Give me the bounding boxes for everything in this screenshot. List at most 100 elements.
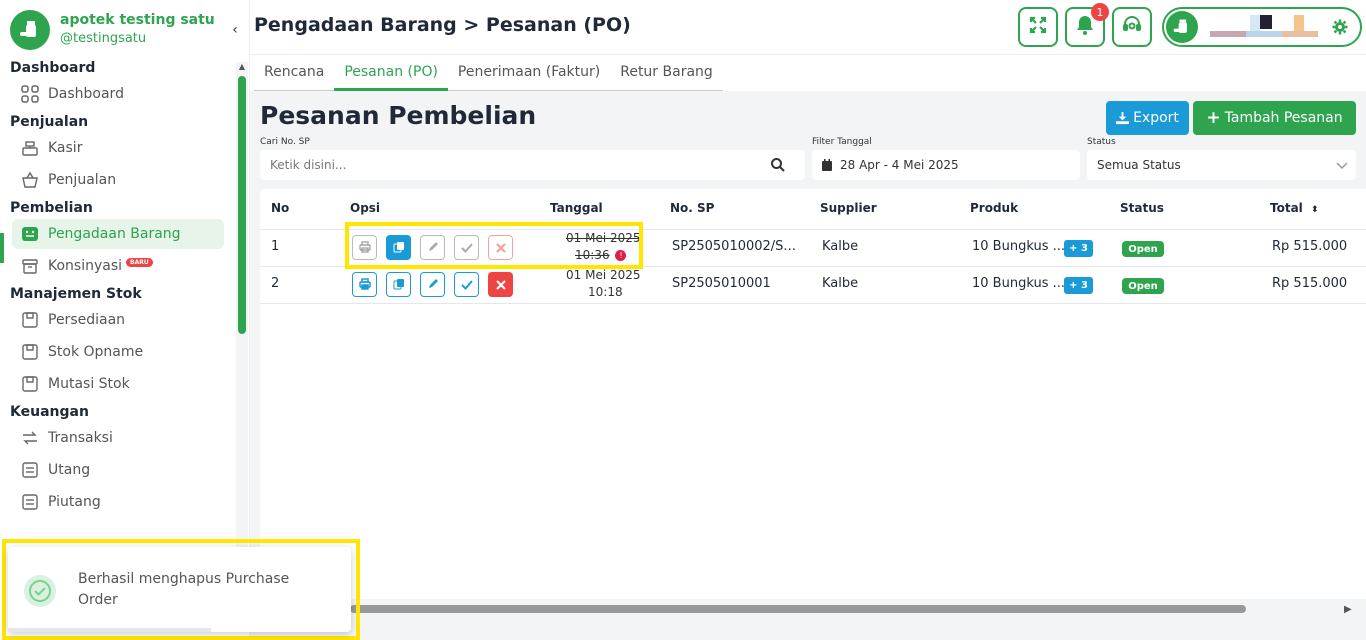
sidebar-item-label: Kasir [48, 140, 83, 156]
sidebar-item-pengadaan-barang[interactable]: Pengadaan Barang [12, 219, 224, 249]
add-order-label: Tambah Pesanan [1224, 110, 1343, 126]
toast-message: Berhasil menghapus Purchase Order [78, 571, 290, 608]
status-badge: Open [1122, 241, 1164, 257]
avatar [1166, 11, 1198, 43]
sidebar-item-konsinyasi[interactable]: Konsinyasi BARU [12, 251, 224, 281]
tab-pesanan-po[interactable]: Pesanan (PO) [334, 58, 448, 91]
sidebar-item-label: Persediaan [48, 312, 126, 328]
cell-no-sp[interactable]: SP2505010002/S... [672, 239, 796, 254]
box-icon [20, 374, 40, 394]
close-icon [495, 275, 506, 294]
column-header-no: No [271, 201, 290, 215]
sidebar-nav: Dashboard Dashboard Penjualan Kasir Penj… [0, 58, 236, 548]
cell-time: 10:18 [588, 285, 623, 299]
column-header-opsi: Opsi [350, 201, 381, 215]
section-pembelian: Pembelian [10, 200, 93, 216]
brand-name: apotek testing satu [60, 12, 215, 28]
cell-produk: 10 Bungkus ... [972, 276, 1065, 291]
export-label: Export [1133, 110, 1179, 126]
chevron-down-icon [1336, 159, 1348, 173]
export-button[interactable]: Export [1106, 101, 1189, 135]
profile-info-redacted [1210, 15, 1334, 41]
expand-icon [1029, 16, 1047, 38]
section-keuangan: Keuangan [10, 404, 89, 420]
sidebar-item-mutasi-stok[interactable]: Mutasi Stok [12, 369, 224, 399]
column-header-status: Status [1120, 201, 1164, 215]
sidebar-item-persediaan[interactable]: Persediaan [12, 305, 224, 335]
delete-button[interactable] [488, 272, 513, 297]
brand: apotek testing satu @testingsatu [10, 10, 215, 50]
edit-button[interactable] [420, 272, 445, 297]
sidebar-item-piutang[interactable]: Piutang [12, 487, 224, 517]
sort-icon[interactable]: ⬍ [1311, 205, 1319, 215]
more-products-badge[interactable]: + 3 [1064, 277, 1093, 294]
search-label: Cari No. SP [260, 137, 310, 147]
section-heading: Pesanan Pembelian [260, 101, 537, 130]
success-toast[interactable]: Berhasil menghapus Purchase Order [8, 547, 351, 632]
collapse-sidebar-chevron-left-icon[interactable]: ‹ [228, 20, 242, 40]
scroll-up-icon[interactable]: ▲ [238, 62, 246, 72]
sidebar-item-label: Utang [48, 462, 91, 478]
table-horizontal-scrollbar[interactable] [350, 605, 1246, 613]
pharmacy-logo-icon [10, 10, 50, 50]
page-title: Pengadaan Barang > Pesanan (PO) [254, 14, 631, 36]
transfer-icon [20, 428, 40, 448]
status-select-value: Semua Status [1097, 158, 1181, 172]
column-header-tanggal: Tanggal [550, 201, 603, 215]
sidebar-scrollbar[interactable]: ▲ [236, 62, 248, 550]
tab-penerimaan-faktur[interactable]: Penerimaan (Faktur) [448, 58, 610, 91]
sidebar-item-utang[interactable]: Utang [12, 455, 224, 485]
box-icon [20, 310, 40, 330]
sidebar-item-transaksi[interactable]: Transaksi [12, 423, 224, 453]
cell-no: 1 [271, 239, 280, 254]
new-badge: BARU [126, 257, 153, 267]
section-manajemen-stok: Manajemen Stok [10, 286, 142, 302]
column-header-total-label: Total [1270, 201, 1303, 215]
print-button[interactable] [352, 272, 377, 297]
more-products-badge[interactable]: + 3 [1064, 240, 1093, 257]
cash-register-icon [20, 138, 40, 158]
sidebar-item-dashboard[interactable]: Dashboard [12, 79, 224, 109]
sidebar-item-label: Mutasi Stok [48, 376, 130, 392]
section-dashboard: Dashboard [10, 60, 96, 76]
notification-button[interactable]: 1 [1065, 3, 1109, 47]
copy-icon [393, 275, 405, 294]
cell-total: Rp 515.000 [1272, 239, 1348, 254]
column-header-supplier: Supplier [820, 201, 877, 215]
column-header-total[interactable]: Total ⬍ [1270, 201, 1319, 215]
status-badge: Open [1122, 278, 1164, 294]
header-divider [250, 54, 1366, 55]
cell-supplier: Kalbe [822, 276, 859, 291]
support-button[interactable] [1112, 7, 1152, 47]
list-icon [20, 492, 40, 512]
search-icon[interactable] [771, 158, 785, 175]
column-header-no-sp: No. SP [670, 201, 715, 215]
cell-total: Rp 515.000 [1272, 276, 1348, 291]
sidebar-item-kasir[interactable]: Kasir [12, 133, 224, 163]
copy-button[interactable] [386, 272, 411, 297]
tab-rencana[interactable]: Rencana [254, 58, 334, 91]
check-icon [460, 275, 473, 294]
tabs: Rencana Pesanan (PO) Penerimaan (Faktur)… [254, 58, 723, 91]
search-input[interactable]: Ketik disini... [260, 150, 805, 180]
add-order-button[interactable]: + Tambah Pesanan [1193, 101, 1356, 135]
status-select[interactable]: Semua Status [1087, 150, 1356, 180]
sidebar-item-penjualan[interactable]: Penjualan [12, 165, 224, 195]
fullscreen-button[interactable] [1018, 7, 1058, 47]
tab-retur-barang[interactable]: Retur Barang [610, 58, 723, 91]
calendar-icon [822, 159, 832, 171]
scroll-right-icon[interactable]: ▶ [1344, 604, 1352, 615]
bell-icon [1076, 15, 1094, 39]
sidebar-scroll-thumb[interactable] [238, 76, 246, 334]
brand-username: @testingsatu [60, 31, 147, 46]
profile-menu[interactable] [1162, 7, 1362, 47]
procurement-icon [20, 224, 40, 244]
main-content: Pesanan Pembelian Export + Tambah Pesana… [250, 91, 1366, 640]
date-filter-input[interactable]: 28 Apr - 4 Mei 2025 [812, 150, 1080, 180]
notification-count: 1 [1091, 3, 1109, 21]
search-placeholder: Ketik disini... [270, 158, 347, 172]
sidebar-item-stok-opname[interactable]: Stok Opname [12, 337, 224, 367]
gear-icon[interactable] [1332, 19, 1348, 39]
approve-button[interactable] [454, 272, 479, 297]
cell-no-sp[interactable]: SP2505010001 [672, 276, 771, 291]
